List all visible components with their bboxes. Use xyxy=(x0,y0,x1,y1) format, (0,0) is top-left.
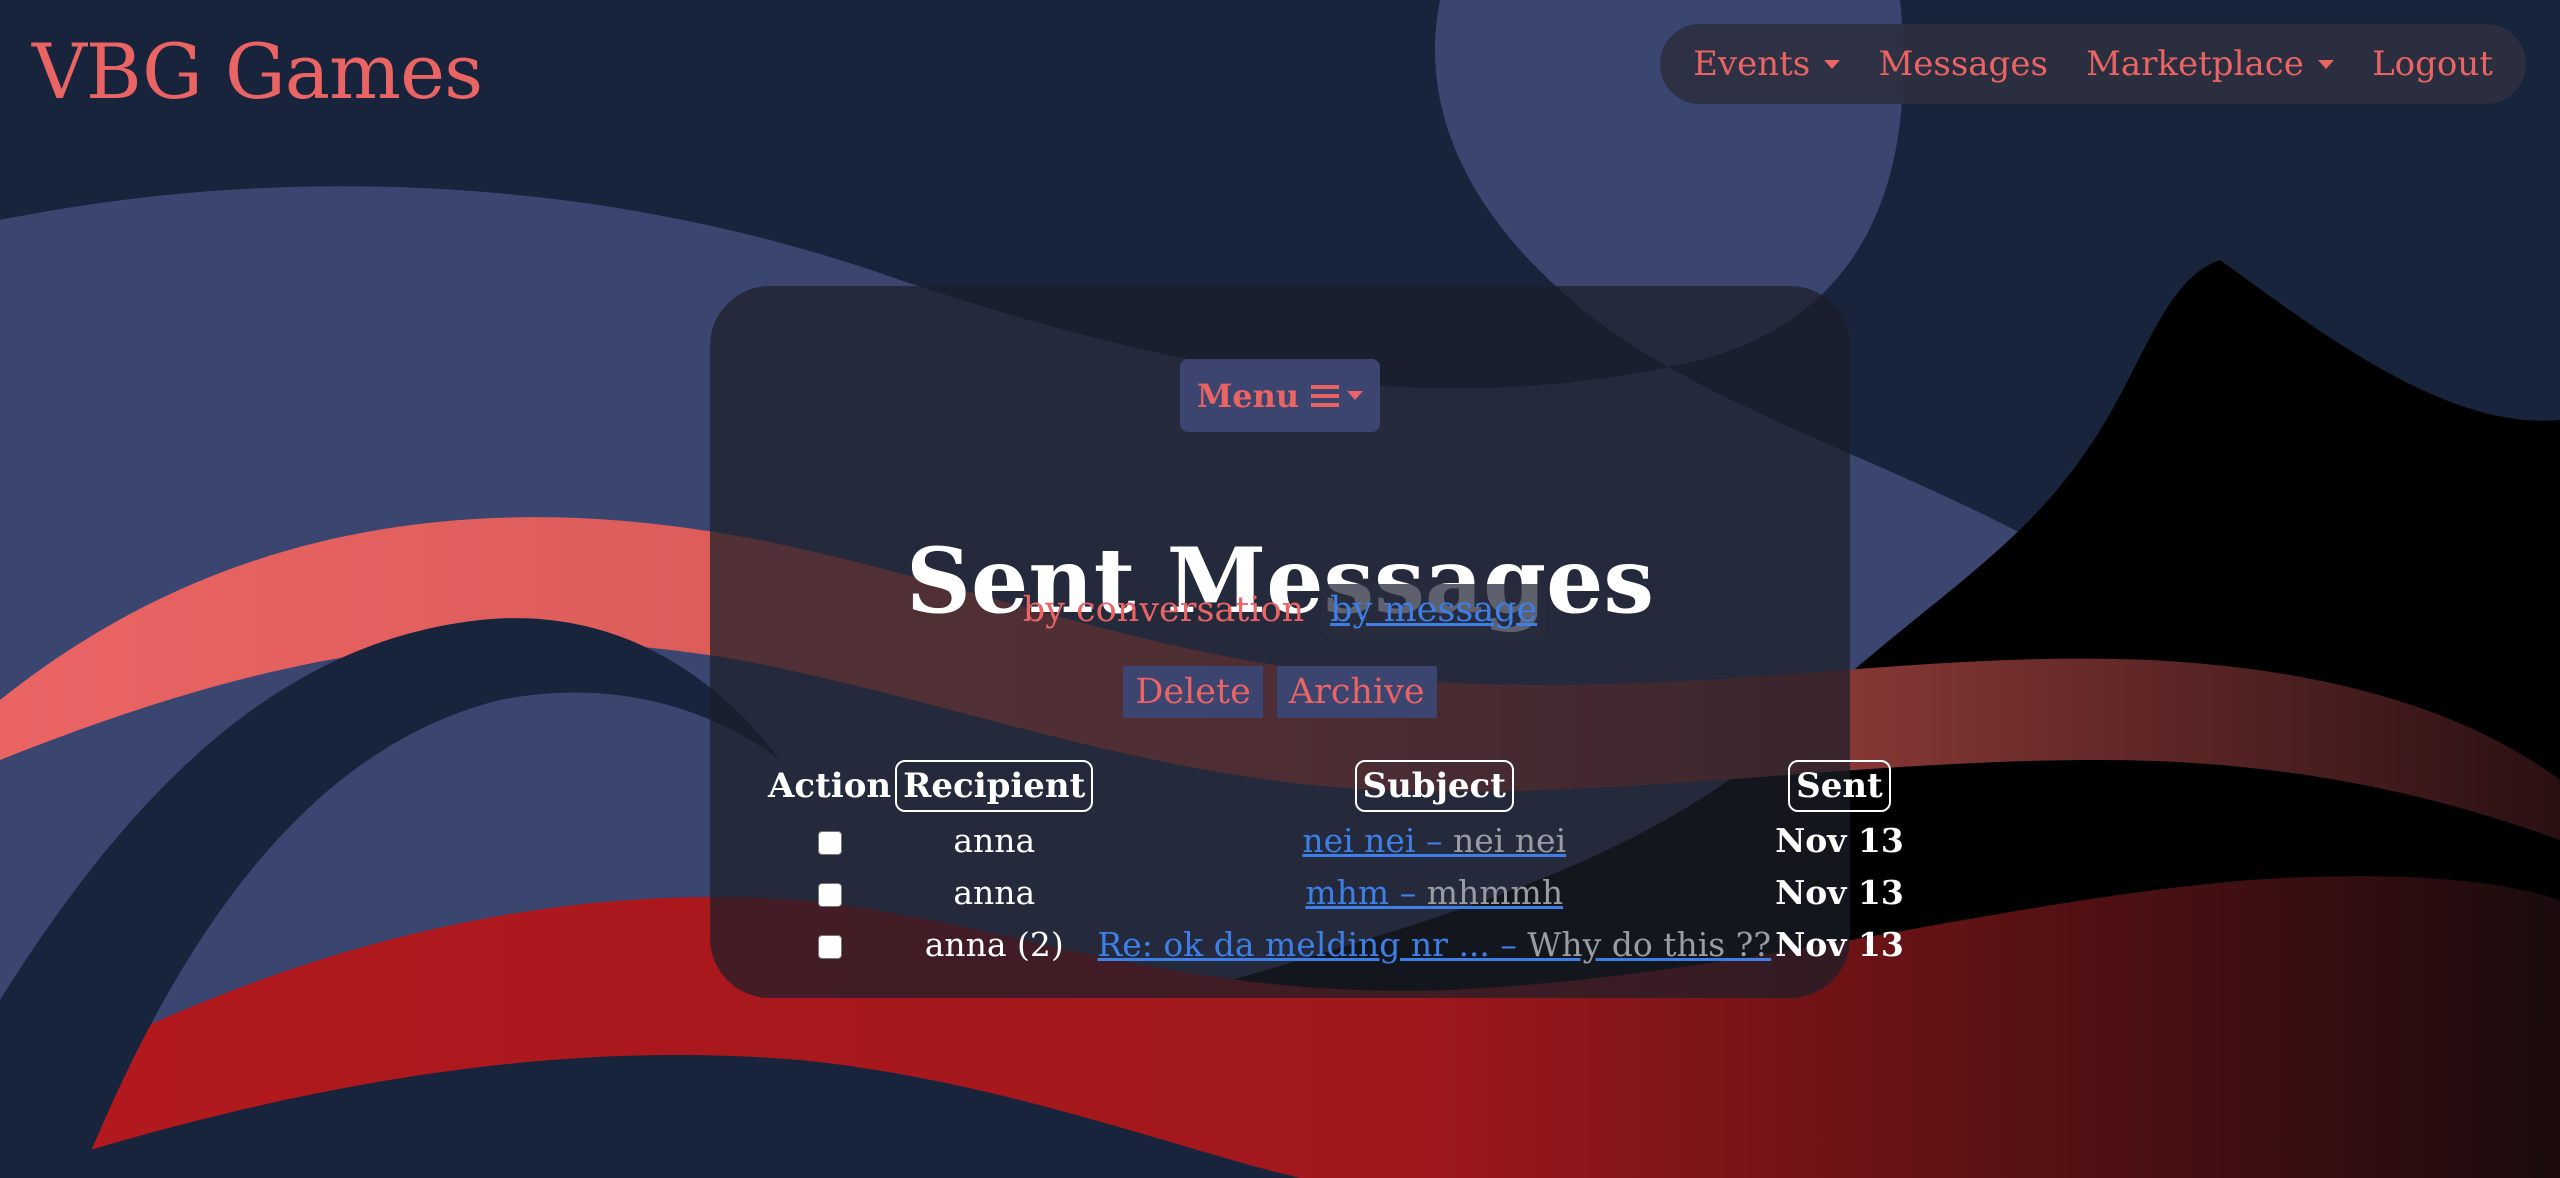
table-row: anna nei nei – nei nei Nov 13 xyxy=(768,816,1904,864)
chevron-down-icon xyxy=(2317,59,2334,69)
sent-date-cell: Nov 13 xyxy=(1775,820,1904,860)
subject-preview: nei nei xyxy=(1452,820,1567,860)
subject-link[interactable]: nei nei – nei nei xyxy=(1302,821,1566,860)
nav-marketplace-dropdown[interactable]: Marketplace xyxy=(2086,44,2334,84)
subject-cell: Re: ok da melding nr ... – Why do this ?… xyxy=(1097,920,1771,968)
subject-link[interactable]: mhm – mhmmh xyxy=(1305,873,1563,912)
delete-button[interactable]: Delete xyxy=(1123,666,1263,718)
brand-logo-text[interactable]: VBG Games xyxy=(32,22,483,122)
view-switcher: by conversation by message xyxy=(710,584,1850,636)
recipient-cell: anna xyxy=(953,820,1036,860)
nav-logout-label: Logout xyxy=(2372,44,2493,84)
sent-date-cell: Nov 13 xyxy=(1775,924,1904,964)
hamburger-icon xyxy=(1311,384,1340,407)
nav-messages-link[interactable]: Messages xyxy=(1878,44,2047,84)
row-select-checkbox[interactable] xyxy=(817,934,842,959)
column-header-recipient[interactable]: Recipient xyxy=(895,760,1094,812)
row-select-checkbox[interactable] xyxy=(817,882,842,907)
table-row: anna mhm – mhmmh Nov 13 xyxy=(768,868,1904,916)
menu-dropdown-button[interactable]: Menu xyxy=(1180,359,1380,432)
view-by-conversation: by conversation xyxy=(1022,590,1305,630)
bulk-actions: Delete Archive xyxy=(710,666,1850,718)
table-header-row: Action Recipient Subject Sent xyxy=(768,760,1904,812)
subject-preview: mhmmh xyxy=(1426,872,1564,912)
top-navigation: Events Messages Marketplace Logout xyxy=(1660,24,2526,104)
sent-date-cell: Nov 13 xyxy=(1775,872,1904,912)
nav-messages-label: Messages xyxy=(1878,44,2048,84)
column-header-subject[interactable]: Subject xyxy=(1097,760,1771,812)
sent-messages-table: Action Recipient Subject Sent anna nei n… xyxy=(764,756,1908,972)
nav-logout-link[interactable]: Logout xyxy=(2372,44,2493,84)
subject-link[interactable]: Re: ok da melding nr ... – Why do this ?… xyxy=(1097,925,1771,964)
subject-cell: nei nei – nei nei xyxy=(1097,816,1771,864)
archive-button[interactable]: Archive xyxy=(1276,666,1437,718)
chevron-down-icon xyxy=(1824,59,1841,69)
nav-events-dropdown[interactable]: Events xyxy=(1693,44,1841,84)
recipient-cell: anna xyxy=(953,872,1036,912)
nav-marketplace-label: Marketplace xyxy=(2086,44,2304,84)
column-header-action: Action xyxy=(768,766,892,806)
recipient-cell: anna (2) xyxy=(924,924,1064,964)
nav-events-label: Events xyxy=(1693,44,1811,84)
menu-button-label: Menu xyxy=(1196,376,1300,415)
row-select-checkbox[interactable] xyxy=(817,830,842,855)
table-row: anna (2) Re: ok da melding nr ... – Why … xyxy=(768,920,1904,968)
chevron-down-icon xyxy=(1347,391,1364,400)
page: VBG Games Events Messages Marketplace Lo… xyxy=(0,0,2560,1178)
subject-cell: mhm – mhmmh xyxy=(1097,868,1771,916)
column-header-sent[interactable]: Sent xyxy=(1775,760,1904,812)
view-by-message-link[interactable]: by message xyxy=(1322,584,1546,636)
subject-preview: Why do this ?? xyxy=(1527,924,1772,964)
